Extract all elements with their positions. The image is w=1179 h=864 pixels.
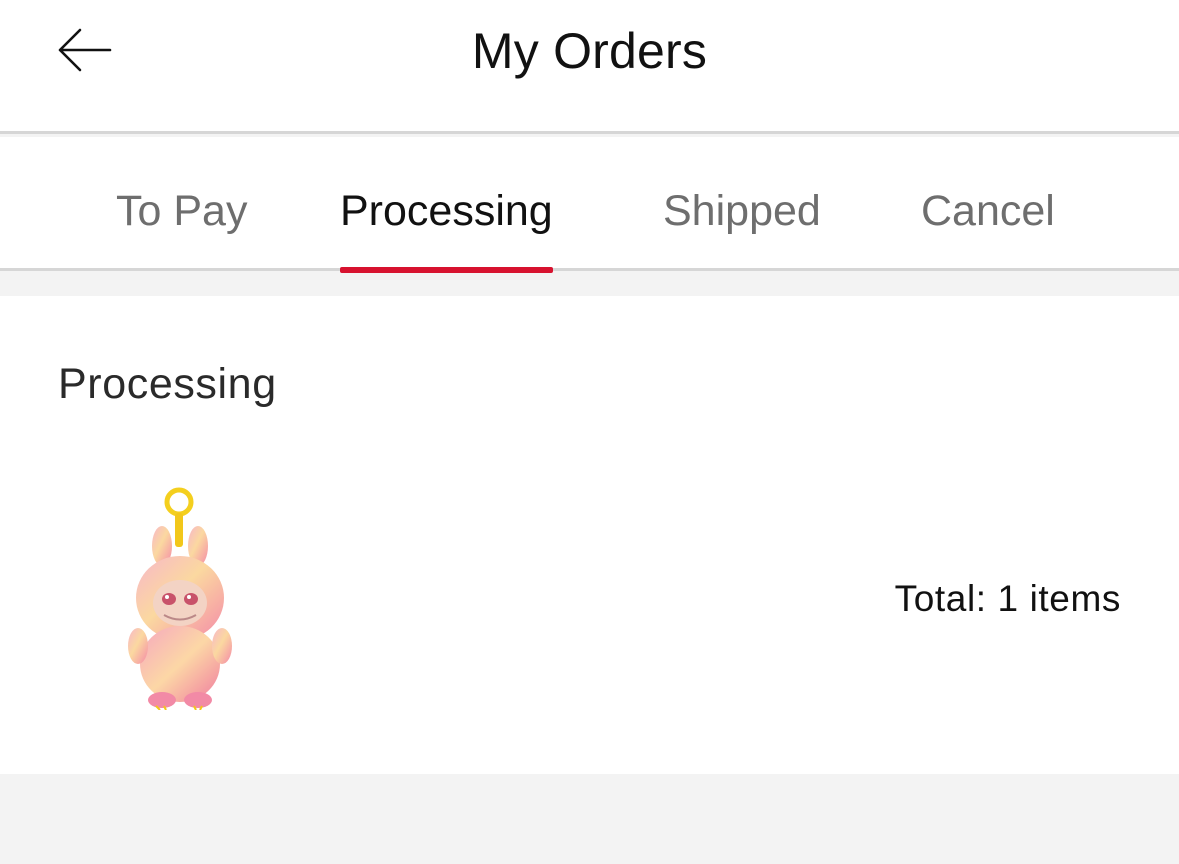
order-total: Total: 1 items: [894, 578, 1121, 619]
tab-cancel[interactable]: Cancel: [921, 187, 1055, 271]
tab-to-pay[interactable]: To Pay: [116, 187, 247, 271]
page-title: My Orders: [471, 23, 708, 79]
order-card[interactable]: Processing Total: 1 items: [0, 296, 1179, 774]
order-tabs: To Pay Processing Shipped Cancel: [0, 137, 1179, 273]
order-status: Processing: [58, 360, 277, 408]
tab-shipped[interactable]: Shipped: [663, 187, 821, 271]
product-image: [128, 487, 232, 710]
top-bar: My Orders: [0, 0, 1179, 134]
tab-processing[interactable]: Processing: [340, 187, 553, 273]
